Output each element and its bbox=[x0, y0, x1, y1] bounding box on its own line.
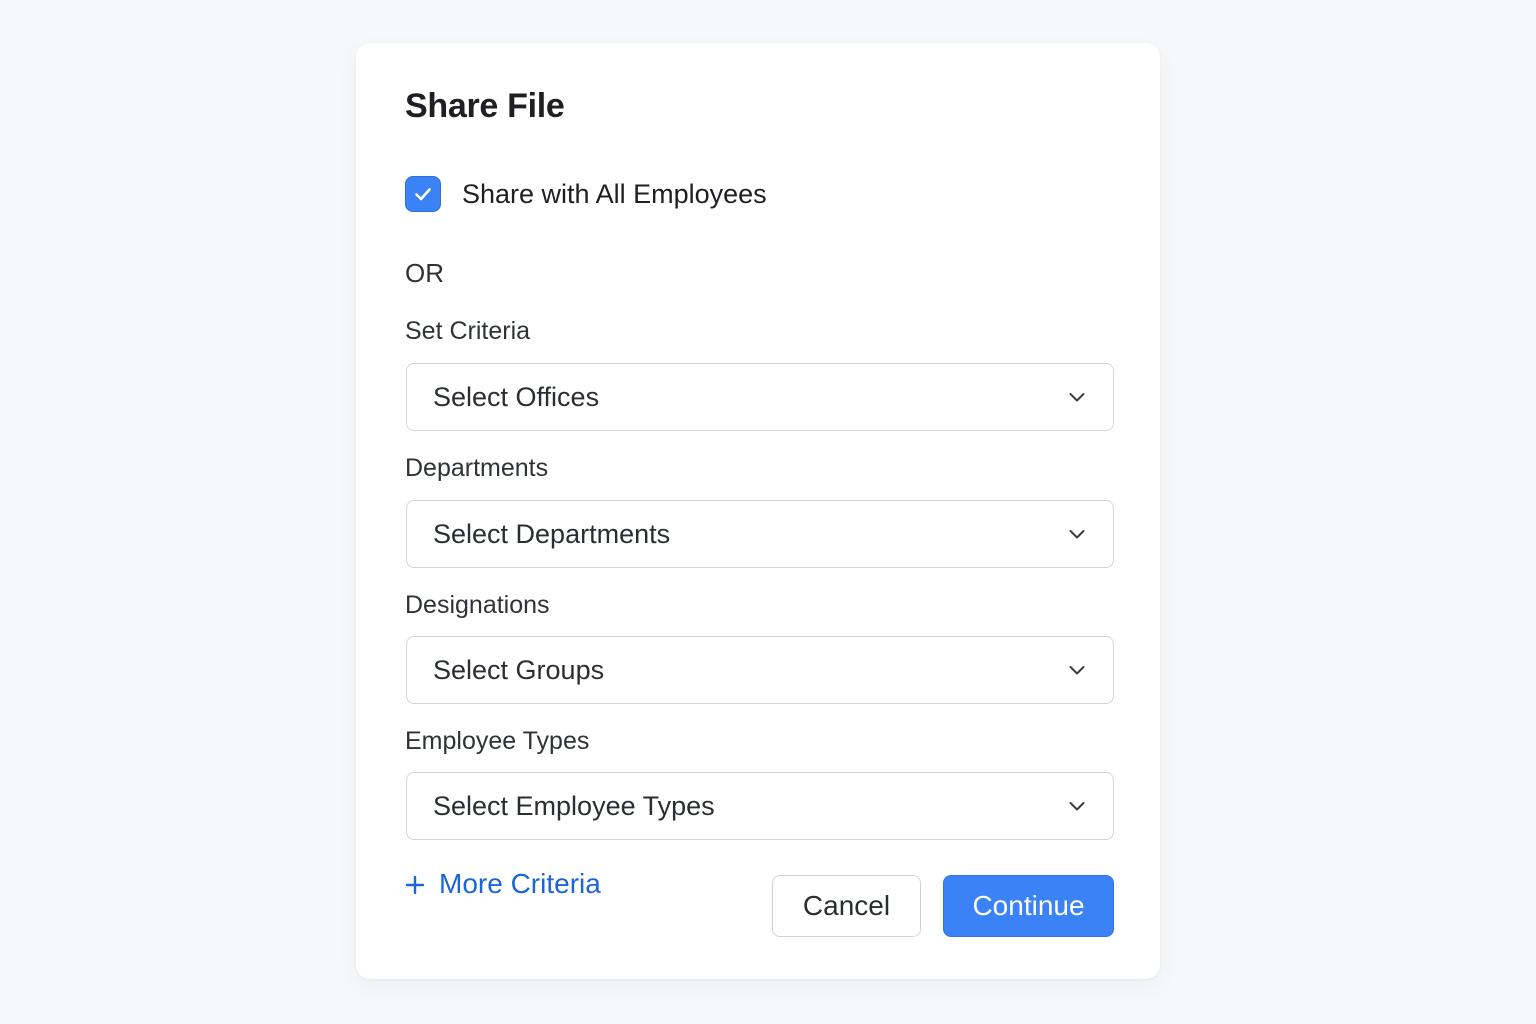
offices-select-placeholder: Select Offices bbox=[433, 381, 600, 412]
designations-select-placeholder: Select Groups bbox=[433, 654, 605, 685]
departments-select-placeholder: Select Departments bbox=[433, 518, 671, 549]
chevron-down-icon bbox=[1067, 660, 1087, 680]
employee-types-select-placeholder: Select Employee Types bbox=[433, 790, 715, 821]
chevron-down-icon bbox=[1067, 524, 1087, 544]
designations-select[interactable]: Select Groups bbox=[406, 636, 1114, 704]
departments-select[interactable]: Select Departments bbox=[406, 500, 1114, 568]
employee-types-select[interactable]: Select Employee Types bbox=[406, 772, 1114, 840]
share-all-label: Share with All Employees bbox=[462, 178, 767, 209]
chevron-down-icon bbox=[1067, 387, 1087, 407]
checkmark-icon bbox=[415, 188, 431, 201]
employee-types-label: Employee Types bbox=[405, 727, 590, 755]
set-criteria-label: Set Criteria bbox=[405, 317, 531, 345]
share-all-employees-option[interactable]: Share with All Employees bbox=[405, 176, 767, 212]
chevron-down-icon bbox=[1067, 796, 1087, 816]
departments-label: Departments bbox=[405, 454, 549, 482]
share-all-checkbox[interactable] bbox=[405, 176, 441, 212]
more-criteria-label: More Criteria bbox=[439, 868, 601, 899]
or-separator: OR bbox=[405, 258, 444, 288]
share-file-dialog: Share File Share with All Employees OR S… bbox=[356, 43, 1160, 979]
page-background: Share File Share with All Employees OR S… bbox=[0, 0, 1536, 1024]
dialog-title: Share File bbox=[405, 87, 565, 125]
plus-icon bbox=[405, 868, 425, 900]
more-criteria-link[interactable]: More Criteria bbox=[405, 868, 601, 900]
offices-select[interactable]: Select Offices bbox=[406, 363, 1114, 431]
cancel-button[interactable]: Cancel bbox=[772, 875, 921, 937]
continue-button[interactable]: Continue bbox=[943, 875, 1114, 937]
designations-label: Designations bbox=[405, 591, 550, 619]
